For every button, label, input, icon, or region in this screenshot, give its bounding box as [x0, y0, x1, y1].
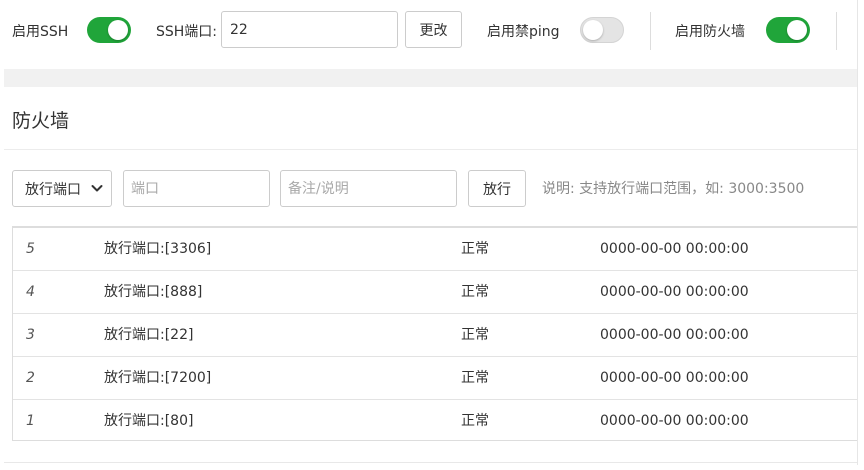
rule-name: 放行端口:[22]: [104, 327, 194, 343]
rule-status: 正常: [461, 241, 489, 257]
rule-id: 4: [26, 284, 35, 300]
table-row: 2 放行端口:[7200] 正常 0000-00-00 00:00:00: [13, 357, 857, 400]
rule-time: 0000-00-00 00:00:00: [600, 241, 749, 257]
rule-type-value: 放行端口: [25, 181, 81, 198]
ping-disable-label: 启用禁ping: [487, 24, 560, 40]
divider: [836, 12, 837, 50]
remark-input[interactable]: [280, 170, 457, 207]
settings-bar: 启用SSH SSH端口: 更改 启用禁ping 启用防火墙: [0, 0, 858, 66]
rule-status: 正常: [461, 413, 489, 429]
table-row: 1 放行端口:[80] 正常 0000-00-00 00:00:00: [13, 400, 857, 443]
rule-name: 放行端口:[80]: [104, 413, 194, 429]
toggle-knob: [583, 20, 603, 40]
panel-bottom-border: [4, 462, 858, 463]
table-row: 4 放行端口:[888] 正常 0000-00-00 00:00:00: [13, 271, 857, 314]
allow-port-button[interactable]: 放行: [468, 170, 526, 207]
rule-id: 2: [26, 370, 35, 386]
ssh-port-input[interactable]: [221, 11, 398, 48]
rule-id: 3: [26, 327, 35, 343]
rule-type-select[interactable]: 放行端口: [12, 170, 112, 207]
toggle-knob: [108, 20, 128, 40]
rule-time: 0000-00-00 00:00:00: [600, 284, 749, 300]
ping-toggle[interactable]: [580, 17, 624, 43]
table-row: 5 放行端口:[3306] 正常 0000-00-00 00:00:00: [13, 228, 857, 271]
help-text: 说明: 支持放行端口范围，如: 3000:3500: [542, 181, 805, 197]
table-row: 3 放行端口:[22] 正常 0000-00-00 00:00:00: [13, 314, 857, 357]
firewall-enable-label: 启用防火墙: [675, 24, 745, 40]
rule-name: 放行端口:[7200]: [104, 370, 212, 386]
rule-status: 正常: [461, 327, 489, 343]
rule-name: 放行端口:[3306]: [104, 241, 212, 257]
rule-time: 0000-00-00 00:00:00: [600, 327, 749, 343]
divider: [650, 12, 651, 50]
rule-name: 放行端口:[888]: [104, 284, 203, 300]
section-title: 防火墙: [12, 110, 70, 132]
firewall-toggle[interactable]: [766, 17, 810, 43]
rule-time: 0000-00-00 00:00:00: [600, 370, 749, 386]
rule-id: 1: [26, 413, 35, 429]
ssh-toggle[interactable]: [87, 17, 131, 43]
ssh-enable-label: 启用SSH: [12, 24, 69, 40]
rule-status: 正常: [461, 370, 489, 386]
rule-status: 正常: [461, 284, 489, 300]
rule-time: 0000-00-00 00:00:00: [600, 413, 749, 429]
ssh-port-label: SSH端口:: [156, 24, 218, 40]
firewall-rules-table: 5 放行端口:[3306] 正常 0000-00-00 00:00:00 4 放…: [12, 226, 858, 441]
port-input[interactable]: [123, 170, 270, 207]
section-separator: [4, 69, 858, 87]
toggle-knob: [787, 20, 807, 40]
panel-right-border: [857, 0, 858, 465]
change-port-button[interactable]: 更改: [405, 11, 462, 48]
title-divider: [4, 149, 858, 150]
rule-id: 5: [26, 241, 35, 257]
chevron-down-icon: [91, 185, 103, 192]
